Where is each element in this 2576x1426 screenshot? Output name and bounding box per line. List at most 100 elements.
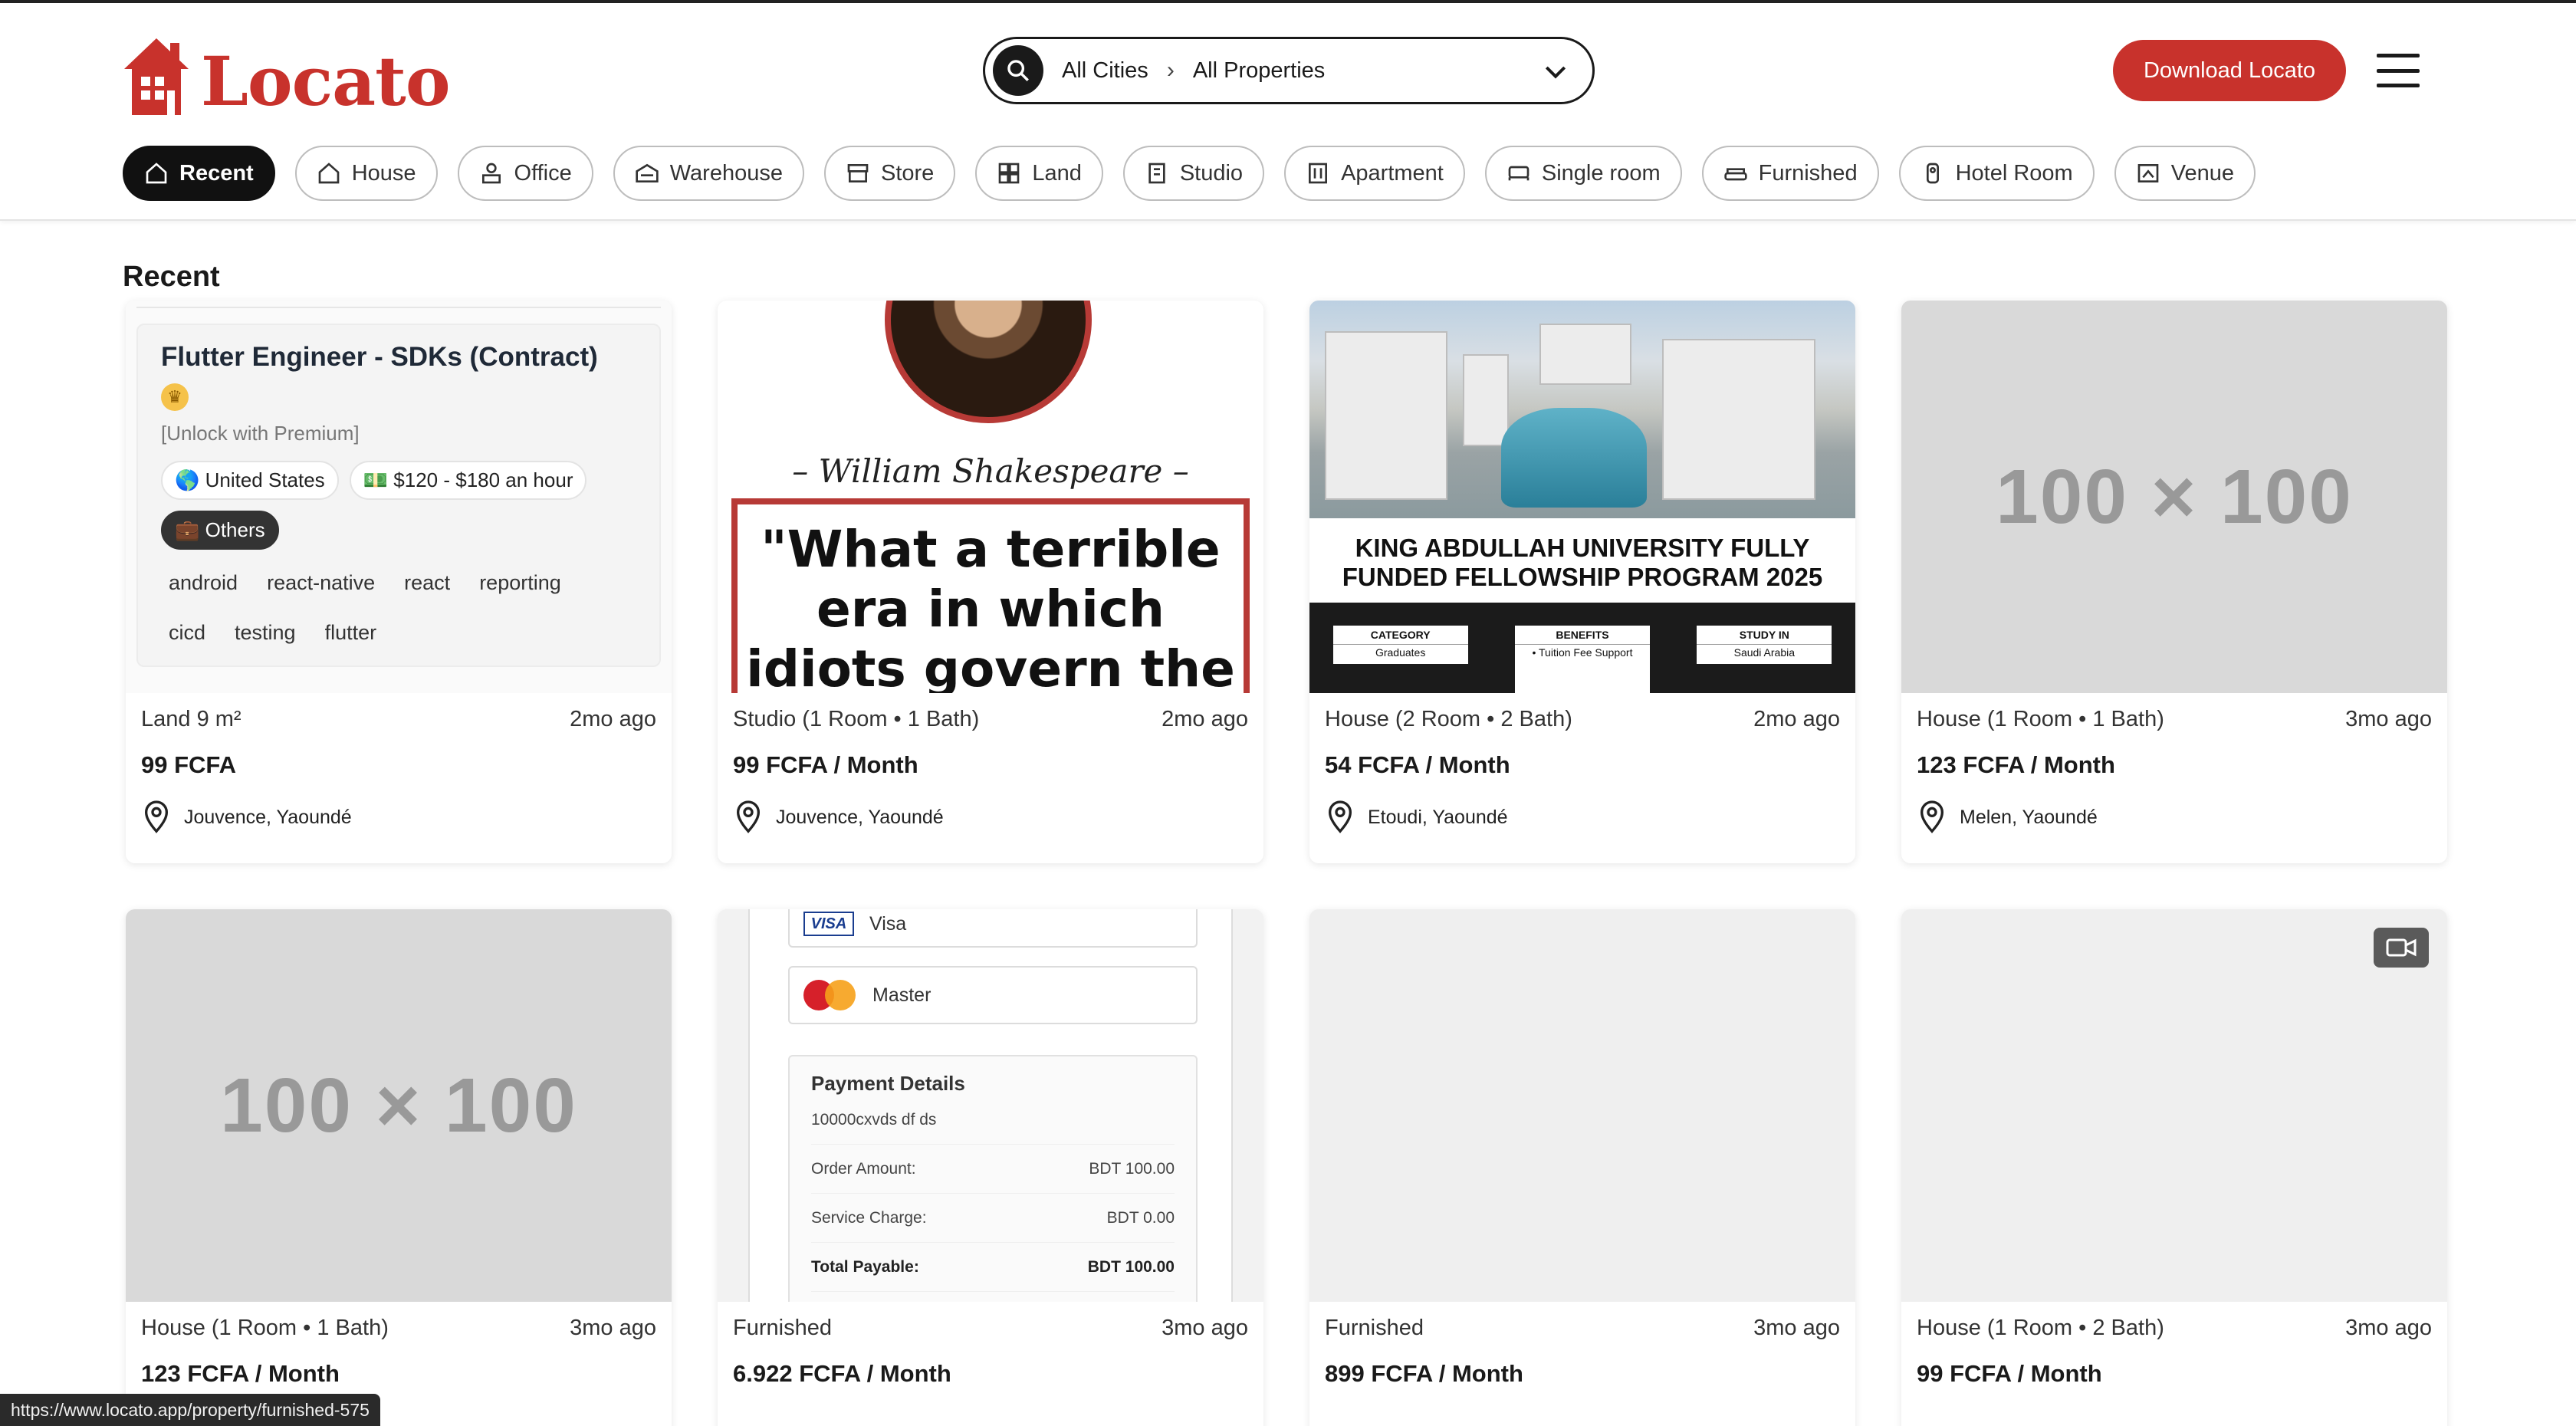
- listing-location: Melen, Yaoundé: [1917, 800, 2098, 834]
- listing-card[interactable]: Furnished 3mo ago 899 FCFA / Month: [1309, 909, 1855, 1426]
- chip-label: Furnished: [1758, 160, 1858, 186]
- listing-type: House (1 Room • 1 Bath): [141, 1316, 389, 1340]
- visa-logo: VISA: [803, 912, 854, 936]
- country-tag: 🌎 United States: [161, 461, 339, 500]
- search-button[interactable]: [993, 45, 1043, 96]
- chip-label: Land: [1032, 160, 1082, 186]
- listing-price: 99 FCFA: [141, 751, 237, 778]
- payment-row: Total Payable: BDT 100.00: [811, 1243, 1175, 1292]
- skill-tags: android react-native react reporting cic…: [161, 567, 636, 666]
- listing-age: 3mo ago: [2345, 1316, 2432, 1340]
- skill-tag: react-native: [267, 571, 376, 594]
- listing-image: 100 × 100: [1901, 301, 2447, 693]
- listing-age: 3mo ago: [2345, 707, 2432, 731]
- listing-location: Etoudi, Yaoundé: [1325, 800, 1508, 834]
- listing-card[interactable]: VISA Visa Master Payment Details 10000cx…: [718, 909, 1263, 1426]
- chip-store[interactable]: Store: [823, 146, 956, 201]
- house-icon: [318, 163, 340, 184]
- job-title: Flutter Engineer - SDKs (Contract): [161, 342, 598, 372]
- store-icon: [847, 164, 869, 182]
- quote-text: "What a terrible era in which idiots gov…: [746, 520, 1235, 693]
- listing-card[interactable]: Flutter Engineer - SDKs (Contract) ♛ [Un…: [126, 301, 672, 863]
- chevron-down-icon[interactable]: [1540, 56, 1571, 87]
- listing-type: House (1 Room • 2 Bath): [1917, 1316, 2164, 1340]
- chip-label: Single room: [1541, 160, 1661, 186]
- site-header: Locato All Cities › All Properties Downl…: [0, 3, 2576, 221]
- listing-type: Studio (1 Room • 1 Bath): [733, 707, 980, 731]
- location-pin-icon: [1920, 800, 1944, 833]
- listing-image: [1309, 909, 1855, 1302]
- listing-price: 54 FCFA / Month: [1325, 751, 1510, 778]
- listing-type: Land 9 m²: [141, 707, 242, 731]
- listing-card[interactable]: 100 × 100 House (1 Room • 1 Bath) 3mo ago…: [126, 909, 672, 1426]
- chip-label: Hotel Room: [1955, 160, 2073, 186]
- breadcrumb-separator: ›: [1166, 58, 1175, 83]
- listing-card[interactable]: KING ABDULLAH UNIVERSITY FULLY FUNDED FE…: [1309, 301, 1855, 863]
- listing-card[interactable]: 100 × 100 House (1 Room • 1 Bath) 3mo ago…: [1901, 301, 2447, 863]
- chip-house[interactable]: House: [294, 146, 438, 201]
- house-logo-icon: [124, 38, 189, 115]
- video-camera-icon: [2374, 928, 2429, 968]
- poster-headline: KING ABDULLAH UNIVERSITY FULLY FUNDED FE…: [1309, 518, 1855, 603]
- chip-office[interactable]: Office: [457, 146, 593, 201]
- location-pin-icon: [144, 800, 169, 833]
- listing-type: House (1 Room • 1 Bath): [1917, 707, 2164, 731]
- location-pin-icon: [736, 800, 761, 833]
- property-type-selector[interactable]: All Properties: [1193, 58, 1325, 84]
- chip-label: Warehouse: [669, 160, 783, 186]
- payment-details: Payment Details 10000cxvds df ds Order A…: [788, 1055, 1198, 1302]
- listing-card[interactable]: – William Shakespeare – "What a terrible…: [718, 301, 1263, 863]
- logo[interactable]: Locato: [123, 31, 451, 121]
- poster-box: CATEGORY Graduates: [1332, 626, 1468, 664]
- brand-name: Locato: [201, 41, 451, 121]
- listing-price: 123 FCFA / Month: [141, 1360, 340, 1387]
- payment-row: Order Amount: BDT 100.00: [811, 1145, 1175, 1194]
- chip-studio[interactable]: Studio: [1122, 146, 1265, 201]
- payment-ref: 10000cxvds df ds: [811, 1096, 1175, 1145]
- chip-label: Venue: [2170, 160, 2234, 186]
- hotel-icon: [1926, 163, 1939, 184]
- sofa-icon: [1723, 168, 1747, 181]
- listing-card[interactable]: House (1 Room • 2 Bath) 3mo ago 99 FCFA /…: [1901, 909, 2447, 1426]
- location-text: Melen, Yaoundé: [1960, 806, 2098, 828]
- skill-tag: android: [169, 571, 238, 594]
- listing-image: VISA Visa Master Payment Details 10000cx…: [718, 909, 1263, 1302]
- chip-label: Recent: [179, 160, 254, 186]
- listing-age: 3mo ago: [1162, 1316, 1248, 1340]
- chip-label: Apartment: [1341, 160, 1444, 186]
- chip-label: Office: [514, 160, 572, 186]
- chip-warehouse[interactable]: Warehouse: [613, 146, 804, 201]
- listing-image: Flutter Engineer - SDKs (Contract) ♛ [Un…: [126, 301, 672, 693]
- home-icon: [146, 163, 167, 184]
- download-app-button[interactable]: Download Locato: [2113, 40, 2346, 101]
- chip-single-room[interactable]: Single room: [1484, 146, 1682, 201]
- chip-hotel-room[interactable]: Hotel Room: [1898, 146, 2095, 201]
- bed-icon: [1508, 166, 1530, 181]
- listing-age: 3mo ago: [1753, 1316, 1840, 1340]
- skill-tag: testing: [235, 621, 296, 644]
- hamburger-menu-icon[interactable]: [2377, 54, 2420, 87]
- listing-price: 899 FCFA / Month: [1325, 1360, 1523, 1387]
- chip-apartment[interactable]: Apartment: [1284, 146, 1465, 201]
- listing-image: [1901, 909, 2447, 1302]
- warehouse-icon: [636, 163, 659, 182]
- location-text: Jouvence, Yaoundé: [776, 806, 944, 828]
- chip-land[interactable]: Land: [975, 146, 1103, 201]
- chip-venue[interactable]: Venue: [2114, 146, 2256, 201]
- listing-image: – William Shakespeare – "What a terrible…: [718, 301, 1263, 693]
- listing-image: KING ABDULLAH UNIVERSITY FULLY FUNDED FE…: [1309, 301, 1855, 693]
- chip-recent[interactable]: Recent: [123, 146, 275, 201]
- listing-image: 100 × 100: [126, 909, 672, 1302]
- search-icon: [1007, 60, 1029, 81]
- pay-tag: 💵 $120 - $180 an hour: [349, 461, 587, 500]
- poster-box: STUDY IN Saudi Arabia: [1697, 626, 1832, 664]
- visa-label: Visa: [869, 912, 907, 935]
- city-selector[interactable]: All Cities: [1062, 58, 1148, 84]
- chip-furnished[interactable]: Furnished: [1701, 146, 1879, 201]
- payment-details-title: Payment Details: [811, 1072, 965, 1095]
- listing-price: 6.922 FCFA / Month: [733, 1360, 951, 1387]
- listing-price: 99 FCFA / Month: [1917, 1360, 2102, 1387]
- listing-type: Furnished: [733, 1316, 832, 1340]
- location-search-bar[interactable]: All Cities › All Properties: [983, 37, 1595, 104]
- skill-tag: flutter: [324, 621, 377, 644]
